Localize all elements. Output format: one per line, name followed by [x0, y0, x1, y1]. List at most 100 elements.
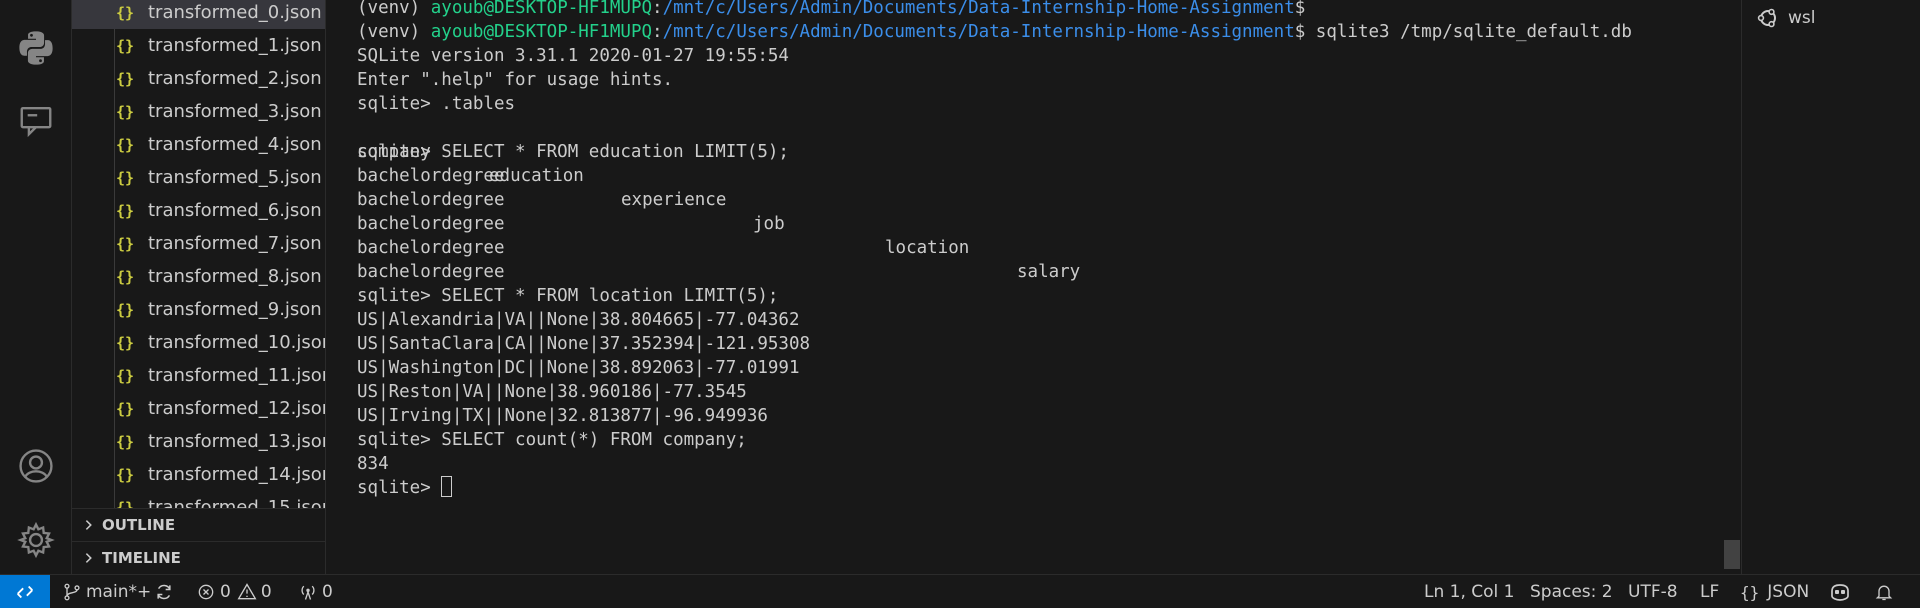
cursor-position[interactable]: Ln 1, Col 1	[1424, 575, 1515, 608]
cursor-position-text: Ln 1, Col 1	[1424, 582, 1515, 602]
file-name: transformed_0.json	[148, 2, 322, 23]
terminal-line: US|Reston|VA||None|38.960186|-77.3545	[357, 382, 747, 402]
copilot-icon	[1831, 584, 1849, 601]
json-file-icon: {}	[116, 267, 135, 286]
file-name: transformed_12.json	[148, 398, 326, 419]
file-item[interactable]: {} transformed_11.json	[72, 359, 326, 392]
json-file-icon: {}	[116, 234, 135, 253]
remote-indicator[interactable]	[0, 575, 50, 608]
indentation-text: Spaces: 2	[1530, 582, 1613, 602]
warning-icon	[237, 583, 257, 600]
outline-label: OUTLINE	[102, 516, 176, 534]
error-count: 0	[220, 582, 231, 602]
json-file-icon: {}	[116, 168, 135, 187]
file-item[interactable]: {} transformed_3.json	[72, 95, 325, 128]
branch-indicator[interactable]: main*+	[62, 575, 151, 608]
eol-indicator[interactable]: LF	[1700, 575, 1719, 608]
json-file-icon: {}	[116, 36, 135, 55]
file-item[interactable]: {} transformed_7.json	[72, 227, 325, 260]
python-icon[interactable]	[0, 18, 72, 78]
file-item[interactable]: {} transformed_12.json	[72, 392, 326, 425]
terminal-line: SQLite version 3.31.1 2020-01-27 19:55:5…	[357, 46, 789, 66]
indentation-indicator[interactable]: Spaces: 2	[1530, 575, 1613, 608]
terminal-tab-wsl[interactable]: wsl	[1756, 4, 1815, 32]
bell-icon	[1875, 585, 1893, 601]
terminal-list-panel: wsl	[1741, 0, 1920, 574]
chevron-right-icon	[85, 553, 92, 563]
timeline-label: TIMELINE	[102, 549, 181, 567]
chevron-right-icon	[85, 520, 92, 530]
outline-section-header[interactable]: OUTLINE	[72, 508, 325, 541]
venv-prefix: (venv)	[357, 22, 431, 42]
json-file-icon: {}	[116, 69, 135, 88]
warning-count: 0	[260, 582, 272, 602]
table-name: experience	[621, 190, 727, 210]
terminal-line: bachelordegree	[357, 166, 505, 186]
file-item[interactable]: {} transformed_14.json	[72, 458, 326, 491]
terminal-scrollbar[interactable]	[1724, 540, 1740, 569]
sync-button[interactable]	[154, 575, 174, 608]
file-item[interactable]: {} transformed_10.json	[72, 326, 326, 359]
terminal-line: (venv) ayoub@DESKTOP-HF1MUPQ:/mnt/c/User…	[357, 20, 1632, 44]
file-name: transformed_7.json	[148, 233, 322, 254]
file-name: transformed_10.json	[148, 332, 326, 353]
file-item[interactable]: {} transformed_0.json	[72, 0, 325, 29]
file-item[interactable]: {} transformed_1.json	[72, 29, 325, 62]
ports-count: 0	[322, 582, 333, 602]
file-name: transformed_9.json	[148, 299, 322, 320]
file-item[interactable]: {} transformed_8.json	[72, 260, 325, 293]
error-icon	[198, 584, 214, 600]
ports-indicator[interactable]: 0	[298, 575, 333, 608]
prompt-colon: :	[652, 0, 663, 18]
activity-bar	[0, 0, 72, 574]
prompt-colon: :	[652, 22, 663, 42]
file-item[interactable]: {} transformed_2.json	[72, 62, 325, 95]
terminal-panel[interactable]: (venv) ayoub@DESKTOP-HF1MUPQ:/mnt/c/User…	[327, 0, 1741, 574]
language-text: JSON	[1767, 582, 1810, 602]
terminal-line: sqlite> SELECT * FROM location LIMIT(5);	[357, 286, 779, 306]
terminal-line: 834	[357, 454, 389, 474]
prompt-user: ayoub@DESKTOP-HF1MUPQ	[430, 0, 653, 18]
copilot-button[interactable]	[1828, 575, 1852, 608]
terminal-line: US|Irving|TX||None|32.813877|-96.949936	[357, 406, 768, 426]
encoding-indicator[interactable]: UTF-8	[1628, 575, 1678, 608]
settings-gear-icon[interactable]	[0, 510, 72, 570]
prompt-path: /mnt/c/Users/Admin/Documents/Data-Intern…	[662, 22, 1295, 42]
file-item[interactable]: {} transformed_5.json	[72, 161, 325, 194]
file-item[interactable]: {} transformed_4.json	[72, 128, 325, 161]
encoding-text: UTF-8	[1628, 582, 1678, 602]
prompt-user: ayoub@DESKTOP-HF1MUPQ	[430, 22, 653, 42]
file-item[interactable]: {} transformed_9.json	[72, 293, 325, 326]
branch-name: main*+	[86, 582, 152, 602]
terminal-prompt-line[interactable]: sqlite>	[357, 476, 453, 500]
file-name: transformed_11.json	[148, 365, 326, 386]
language-mode[interactable]: {} JSON	[1740, 575, 1809, 608]
terminal-tab-label: wsl	[1788, 8, 1816, 28]
file-item[interactable]: {} transformed_13.json	[72, 425, 325, 458]
json-file-icon: {}	[116, 135, 135, 154]
account-icon[interactable]	[0, 436, 72, 496]
notifications-button[interactable]	[1874, 575, 1894, 608]
sync-icon	[157, 584, 171, 600]
problems-indicator[interactable]: 0 0	[196, 575, 272, 608]
remote-icon	[17, 585, 33, 599]
file-item[interactable]: {} transformed_6.json	[72, 194, 325, 227]
terminal-line: sqlite> SELECT count(*) FROM company;	[357, 430, 747, 450]
json-file-icon: {}	[116, 3, 135, 22]
json-file-icon: {}	[116, 465, 135, 484]
terminal-line: US|SantaClara|CA||None|37.352394|-121.95…	[357, 334, 811, 354]
file-item[interactable]: {} transformed_15.json	[72, 491, 325, 509]
json-file-icon: {}	[116, 300, 135, 319]
file-name: transformed_14.json	[148, 464, 326, 485]
chat-icon[interactable]	[0, 90, 72, 150]
file-name: transformed_8.json	[148, 266, 322, 287]
json-file-icon: {}	[116, 102, 135, 121]
timeline-section-header[interactable]: TIMELINE	[72, 541, 325, 574]
terminal-line: bachelordegree	[357, 262, 505, 282]
file-list: {} transformed_0.json {} transformed_1.jso…	[72, 0, 326, 509]
file-name: transformed_2.json	[148, 68, 322, 89]
json-file-icon: {}	[116, 498, 135, 509]
json-file-icon: {}	[116, 432, 135, 451]
terminal-line: Enter ".help" for usage hints.	[357, 70, 674, 90]
status-bar: main*+ 0 0 0 Ln 1, Col 1 Spaces: 2 UTF-8…	[0, 574, 1920, 608]
